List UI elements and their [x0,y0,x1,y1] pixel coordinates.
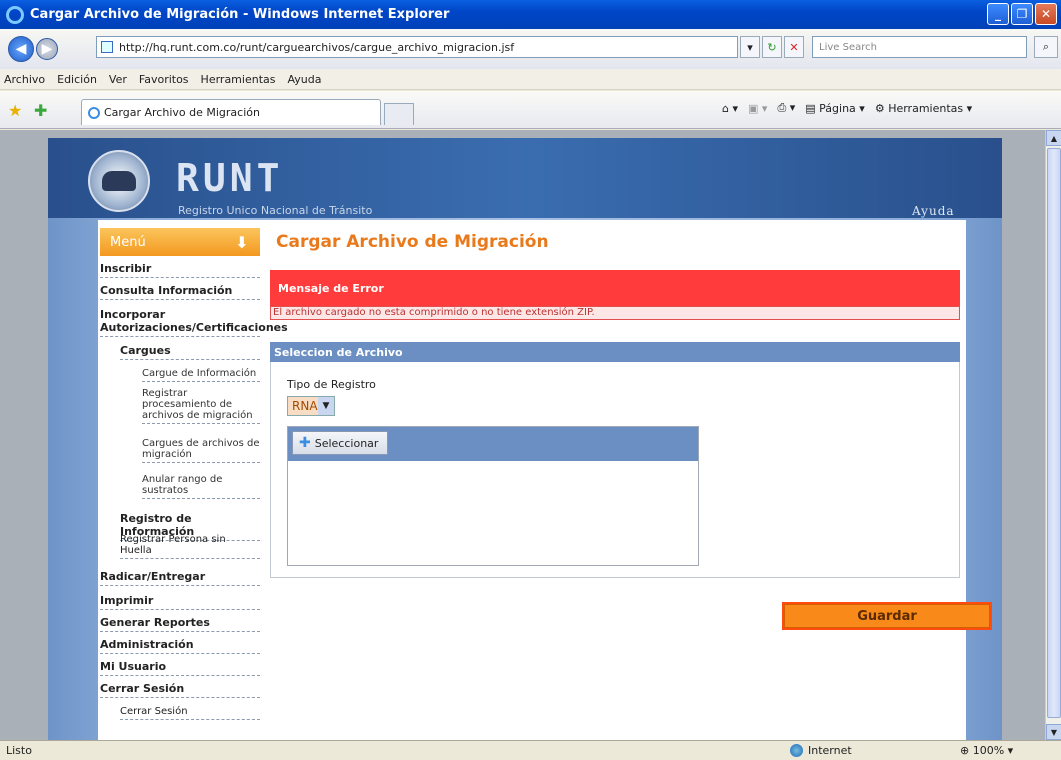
menu-item-cargue-informacion[interactable]: Cargue de Información [142,368,260,382]
menu-item-cargues[interactable]: Cargues [120,344,260,360]
status-text: Listo [6,744,32,757]
page-menu-label: Página [819,101,856,115]
ie-icon [6,5,24,24]
arrow-down-icon: ⬇ [235,232,249,252]
url-dropdown-icon[interactable]: ▾ [740,36,760,58]
menu-item-administracion[interactable]: Administración [100,638,260,654]
site-header: RUNT Registro Unico Nacional de Tránsito… [48,138,1002,218]
scroll-up-icon[interactable]: ▲ [1046,130,1061,146]
menu-item-inscribir[interactable]: Inscribir [100,262,260,278]
page-title: Cargar Archivo de Migración [276,232,549,252]
favorites-bar: ★ ✚ Cargar Archivo de Migración ⌂ ▾ ▣ ▾ … [0,91,1061,129]
address-bar: ◀ ▶ http://hq.runt.com.co/runt/carguearc… [0,29,1061,69]
globe-icon [790,744,803,757]
menu-header[interactable]: Menú ⬇ [100,228,260,256]
tipo-registro-value: RNA [292,399,318,413]
page-menu[interactable]: ▤ Página ▾ [805,102,865,115]
page-icon [101,41,113,53]
window-title: Cargar Archivo de Migración - Windows In… [30,7,450,22]
runt-logo-icon [88,150,150,212]
menu-item-anular-rango[interactable]: Anular rango de sustratos [142,474,260,499]
error-message: El archivo cargado no esta comprimido o … [270,306,960,320]
help-link[interactable]: Ayuda [912,204,955,218]
maximize-button[interactable]: ❐ [1011,3,1033,25]
site-frame: RUNT Registro Unico Nacional de Tránsito… [48,138,1002,740]
menu-item-cerrar-sesion[interactable]: Cerrar Sesión [100,682,260,698]
menu-archivo[interactable]: Archivo [4,73,45,86]
menu-item-cerrar-sesion-sub[interactable]: Cerrar Sesión [120,706,260,720]
add-favorite-icon[interactable]: ✚ [34,101,47,120]
tab-ie-icon [88,106,100,119]
tools-menu[interactable]: ⚙ Herramientas ▾ [875,102,972,115]
menu-edicion[interactable]: Edición [57,73,97,86]
menu-item-cargues-archivos[interactable]: Cargues de archivos de migración [142,438,260,463]
upload-panel: ✚ Seleccionar [287,426,699,566]
page-viewport: RUNT Registro Unico Nacional de Tránsito… [0,130,1045,740]
chevron-down-icon[interactable]: ▼ [318,397,334,415]
tipo-registro-label: Tipo de Registro [287,378,376,391]
zone-label: Internet [808,744,852,757]
brand-name: RUNT [176,156,284,200]
error-title: Mensaje de Error [270,270,960,306]
tools-menu-label: Herramientas [888,101,964,115]
select-file-button[interactable]: ✚ Seleccionar [292,431,388,455]
browser-tab[interactable]: Cargar Archivo de Migración [81,99,381,125]
tab-label: Cargar Archivo de Migración [104,106,260,119]
scroll-thumb[interactable] [1047,148,1061,718]
print-icon[interactable]: ⎙ ▾ [777,101,795,115]
new-tab-button[interactable] [384,103,414,125]
save-button[interactable]: Guardar [782,602,992,630]
menu-item-registrar-procesamiento[interactable]: Registrar procesamiento de archivos de m… [142,388,260,424]
upload-toolbar: ✚ Seleccionar [288,427,698,461]
menu-item-mi-usuario[interactable]: Mi Usuario [100,660,260,676]
minimize-button[interactable]: _ [987,3,1009,25]
menu-item-radicar[interactable]: Radicar/Entregar [100,570,260,586]
status-bar: Listo Internet ⊕ 100% ▾ [0,740,1061,760]
url-field[interactable]: http://hq.runt.com.co/runt/carguearchivo… [96,36,738,58]
brand-subtitle: Registro Unico Nacional de Tránsito [178,204,373,217]
home-icon[interactable]: ⌂ ▾ [722,102,738,115]
menu-ver[interactable]: Ver [109,73,127,86]
menu-title: Menú [110,234,146,250]
section-body: Tipo de Registro RNA ▼ ✚ Seleccionar [270,362,960,578]
menu-favoritos[interactable]: Favoritos [139,73,189,86]
stop-icon[interactable]: ✕ [784,36,804,58]
section-title: Seleccion de Archivo [270,342,960,362]
scroll-down-icon[interactable]: ▼ [1046,724,1061,740]
menu-item-consulta[interactable]: Consulta Información [100,284,260,300]
plus-icon: ✚ [299,435,311,451]
search-input[interactable]: Live Search [812,36,1027,58]
window-titlebar: Cargar Archivo de Migración - Windows In… [0,0,1061,29]
forward-icon[interactable]: ▶ [36,38,58,60]
feeds-icon[interactable]: ▣ ▾ [748,102,767,115]
menu-item-reportes[interactable]: Generar Reportes [100,616,260,632]
menu-item-persona-sin-huella[interactable]: Registrar Persona sin Huella [120,534,260,559]
select-file-label: Seleccionar [314,436,379,450]
url-text: http://hq.runt.com.co/runt/carguearchivo… [119,40,515,54]
zoom-label: 100% [972,744,1005,757]
back-icon[interactable]: ◀ [8,36,34,62]
menu-ayuda[interactable]: Ayuda [287,73,321,86]
zone-indicator: Internet [790,744,852,757]
zoom-control[interactable]: ⊕ 100% ▾ [960,744,1013,757]
menu-herramientas[interactable]: Herramientas [201,73,276,86]
close-button[interactable]: ✕ [1035,3,1057,25]
search-icon[interactable]: ⌕ [1034,36,1058,58]
menu-item-incorporar[interactable]: Incorporar Autorizaciones/Certificacione… [100,308,288,337]
page-body: Menú ⬇ Inscribir Consulta Información In… [98,220,992,740]
vertical-scrollbar[interactable]: ▲ ▼ [1045,130,1061,740]
refresh-icon[interactable]: ↻ [762,36,782,58]
favorites-star-icon[interactable]: ★ [8,101,22,120]
menu-item-imprimir[interactable]: Imprimir [100,594,260,610]
menu-bar: Archivo Edición Ver Favoritos Herramient… [0,69,1061,90]
tipo-registro-select[interactable]: RNA ▼ [287,396,335,416]
